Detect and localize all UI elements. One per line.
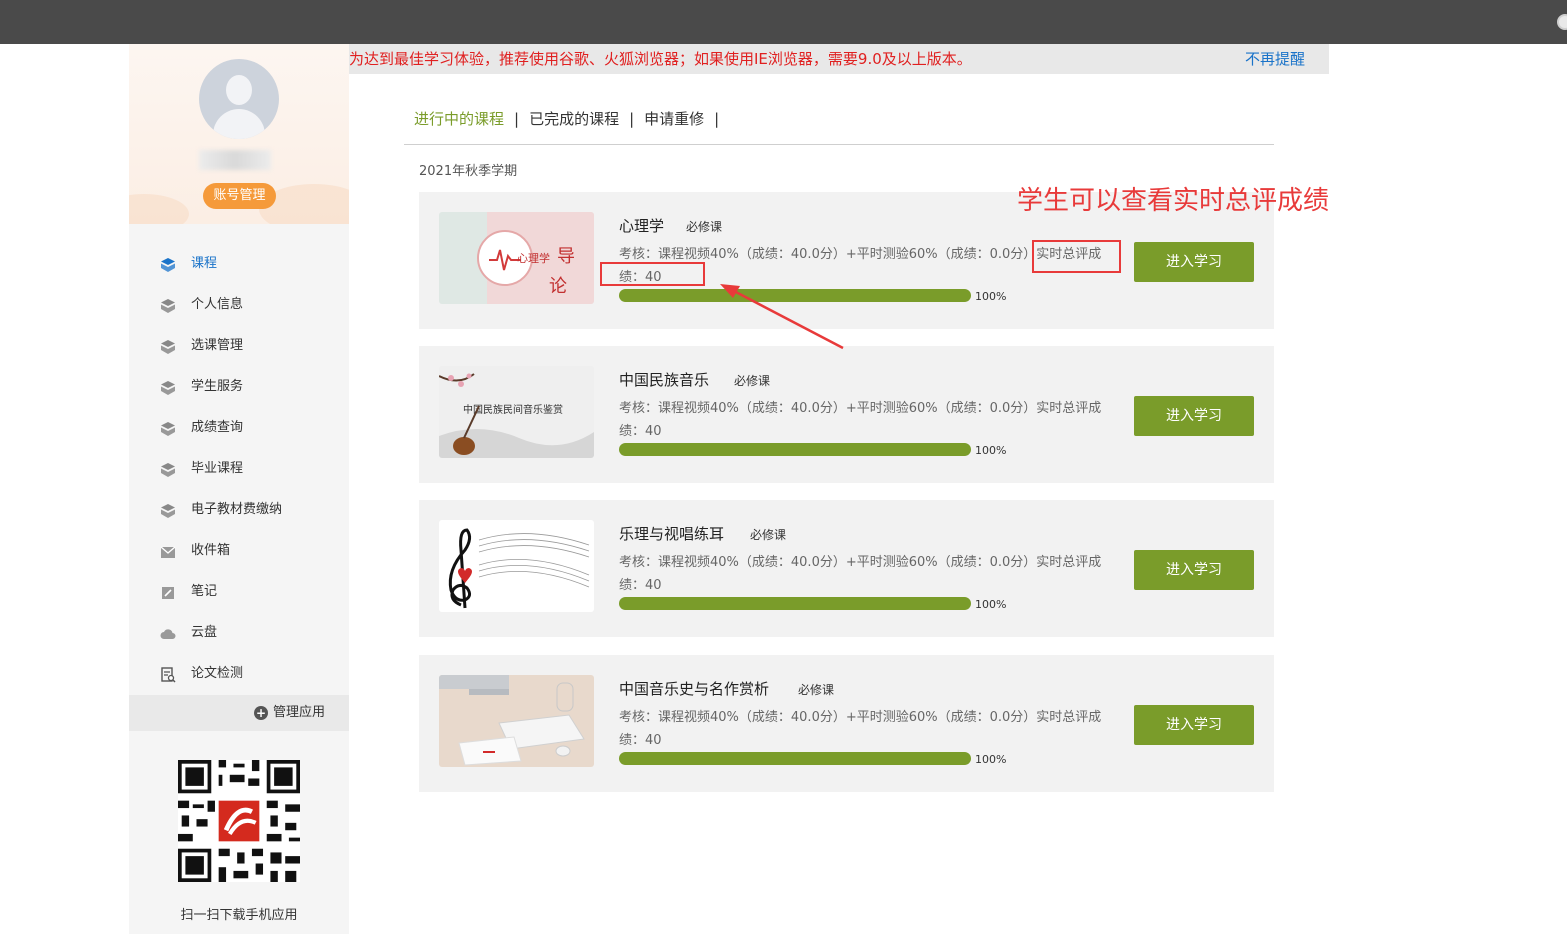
sidebar-item-personal-info[interactable]: 个人信息 bbox=[129, 285, 349, 326]
sidebar-item-label: 毕业课程 bbox=[191, 461, 244, 476]
annotation-highlight-box bbox=[600, 262, 705, 286]
sidebar-item-label: 学生服务 bbox=[191, 379, 244, 394]
manage-apps-label: 管理应用 bbox=[273, 705, 326, 720]
course-required-badge: 必修课 bbox=[798, 683, 835, 697]
sidebar-item-inbox[interactable]: 收件箱 bbox=[129, 531, 349, 572]
tab-separator: | bbox=[629, 110, 635, 128]
cube-icon bbox=[161, 340, 175, 354]
enter-course-button[interactable]: 进入学习 bbox=[1134, 396, 1254, 436]
course-title[interactable]: 中国音乐史与名作赏析 bbox=[619, 679, 769, 699]
course-card: 中国民族民间音乐鉴赏 中国民族音乐 必修课 考核：课程视频40%（成绩：40.0… bbox=[419, 346, 1274, 483]
tabs-divider bbox=[404, 144, 1274, 145]
cube-icon bbox=[161, 422, 175, 436]
note-icon bbox=[162, 587, 174, 599]
progress-percent: 100% bbox=[975, 598, 1007, 611]
account-management-button[interactable]: 账号管理 bbox=[203, 183, 276, 209]
plus-icon: + bbox=[254, 706, 268, 720]
sidebar-nav: 课程 个人信息 选课管理 学生服务 成绩查询 毕业课程 电子教材费缴纳 收件箱 bbox=[129, 244, 349, 695]
course-title[interactable]: 心理学 bbox=[619, 216, 664, 236]
document-search-icon bbox=[161, 667, 176, 683]
course-required-badge: 必修课 bbox=[686, 220, 723, 234]
enter-course-button[interactable]: 进入学习 bbox=[1134, 242, 1254, 282]
course-tabs: 进行中的课程 | 已完成的课程 | 申请重修 | bbox=[414, 108, 729, 132]
sidebar-item-cloud-drive[interactable]: 云盘 bbox=[129, 613, 349, 654]
course-cover-image[interactable]: 中国民族民间音乐鉴赏 bbox=[439, 366, 594, 458]
inbox-icon bbox=[160, 546, 176, 558]
cube-icon bbox=[161, 381, 175, 395]
window-control-icon[interactable] bbox=[1557, 14, 1567, 30]
sidebar-item-label: 论文检测 bbox=[191, 666, 244, 681]
notice-text: 为达到最佳学习体验，推荐使用谷歌、火狐浏览器；如果使用IE浏览器，需要9.0及以… bbox=[349, 50, 972, 68]
progress-bar bbox=[619, 597, 971, 610]
browser-top-bar bbox=[0, 0, 1567, 44]
enter-course-button[interactable]: 进入学习 bbox=[1134, 705, 1254, 745]
course-required-badge: 必修课 bbox=[734, 374, 771, 388]
tab-in-progress[interactable]: 进行中的课程 bbox=[414, 108, 504, 130]
svg-text:论: 论 bbox=[549, 276, 567, 297]
course-required-badge: 必修课 bbox=[750, 528, 787, 542]
course-cover-image[interactable] bbox=[439, 520, 594, 612]
username-blurred bbox=[199, 150, 271, 170]
sidebar-item-label: 课程 bbox=[191, 256, 218, 271]
browser-notice-bar: 为达到最佳学习体验，推荐使用谷歌、火狐浏览器；如果使用IE浏览器，需要9.0及以… bbox=[349, 44, 1329, 74]
sidebar-item-notes[interactable]: 笔记 bbox=[129, 572, 349, 613]
enter-course-button[interactable]: 进入学习 bbox=[1134, 550, 1254, 590]
sidebar-item-graduation-courses[interactable]: 毕业课程 bbox=[129, 449, 349, 490]
course-assessment-text: 考核：课程视频40%（成绩：40.0分）+平时测验60%（成绩：0.0分）实时总… bbox=[619, 710, 1102, 748]
profile-panel: 账号管理 bbox=[129, 44, 349, 224]
avatar-body-shape bbox=[213, 109, 265, 139]
annotation-highlight-box bbox=[1032, 240, 1121, 273]
sidebar-item-label: 笔记 bbox=[191, 584, 218, 599]
progress-bar bbox=[619, 752, 971, 765]
manage-apps-button[interactable]: + 管理应用 bbox=[129, 695, 349, 731]
decor-shape bbox=[129, 194, 189, 224]
sidebar-item-label: 选课管理 bbox=[191, 338, 244, 353]
course-assessment-text: 考核：课程视频40%（成绩：40.0分）+平时测验60%（成绩：0.0分）实时总… bbox=[619, 401, 1102, 439]
sidebar-item-course-selection[interactable]: 选课管理 bbox=[129, 326, 349, 367]
qr-code-image bbox=[178, 760, 300, 882]
sidebar-item-paper-check[interactable]: 论文检测 bbox=[129, 654, 349, 695]
progress-percent: 100% bbox=[975, 290, 1007, 303]
tab-separator: | bbox=[514, 110, 520, 128]
annotation-text: 学生可以查看实时总评成绩 bbox=[1017, 186, 1330, 216]
sidebar-item-student-services[interactable]: 学生服务 bbox=[129, 367, 349, 408]
cube-icon bbox=[161, 504, 175, 518]
sidebar-item-grades[interactable]: 成绩查询 bbox=[129, 408, 349, 449]
course-title[interactable]: 中国民族音乐 bbox=[619, 370, 709, 390]
sidebar-item-label: 成绩查询 bbox=[191, 420, 244, 435]
semester-heading: 2021年秋季学期 bbox=[419, 164, 518, 179]
cube-icon bbox=[161, 299, 175, 313]
course-cover-image[interactable]: 心理学 导 论 bbox=[439, 212, 594, 304]
progress-percent: 100% bbox=[975, 753, 1007, 766]
course-assessment-text: 考核：课程视频40%（成绩：40.0分）+平时测验60%（成绩：0.0分）实时总… bbox=[619, 555, 1102, 593]
sidebar-item-label: 云盘 bbox=[191, 625, 218, 640]
tab-retake-request[interactable]: 申请重修 bbox=[644, 108, 704, 130]
dismiss-notice-link[interactable]: 不再提醒 bbox=[1245, 50, 1305, 68]
tab-completed[interactable]: 已完成的课程 bbox=[529, 108, 619, 130]
sidebar: 账号管理 课程 个人信息 选课管理 学生服务 成绩查询 毕业课程 电子教材费缴纳… bbox=[129, 44, 349, 934]
sidebar-item-label: 电子教材费缴纳 bbox=[191, 502, 283, 517]
sidebar-item-label: 个人信息 bbox=[191, 297, 244, 312]
course-title[interactable]: 乐理与视唱练耳 bbox=[619, 524, 724, 544]
cube-icon bbox=[161, 258, 175, 272]
course-card: 中国音乐史与名作赏析 必修课 考核：课程视频40%（成绩：40.0分）+平时测验… bbox=[419, 655, 1274, 792]
svg-text:导: 导 bbox=[557, 246, 575, 267]
course-card: 乐理与视唱练耳 必修课 考核：课程视频40%（成绩：40.0分）+平时测验60%… bbox=[419, 500, 1274, 637]
qr-caption: 扫一扫下载手机应用 bbox=[180, 908, 298, 923]
avatar[interactable] bbox=[199, 59, 279, 139]
sidebar-item-label: 收件箱 bbox=[191, 543, 231, 558]
annotation-arrow-icon bbox=[720, 284, 844, 350]
tab-separator: | bbox=[714, 110, 720, 128]
sidebar-item-ebook-fee[interactable]: 电子教材费缴纳 bbox=[129, 490, 349, 531]
cloud-icon bbox=[160, 629, 176, 639]
progress-bar bbox=[619, 443, 971, 456]
cube-icon bbox=[161, 463, 175, 477]
svg-text:心理学: 心理学 bbox=[517, 251, 550, 265]
avatar-head-shape bbox=[226, 75, 252, 105]
sidebar-item-courses[interactable]: 课程 bbox=[129, 244, 349, 285]
progress-percent: 100% bbox=[975, 444, 1007, 457]
course-cover-image[interactable] bbox=[439, 675, 594, 767]
